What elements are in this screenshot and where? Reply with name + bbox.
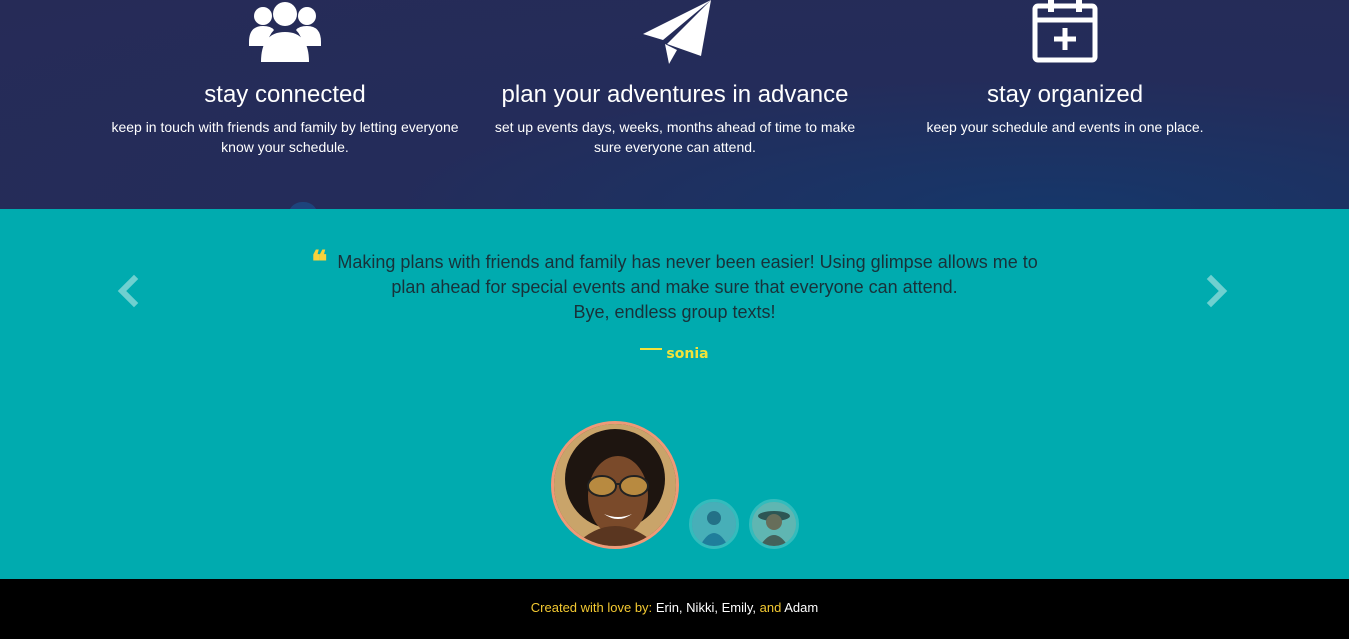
feature-description: keep your schedule and events in one pla…	[926, 119, 1204, 135]
quote-line-1: ❝ Making plans with friends and family ha…	[311, 245, 1038, 280]
footer-name-emily: Emily,	[721, 600, 757, 615]
author-name: sonia	[666, 346, 709, 362]
avatar-thumbnail-3[interactable]	[749, 499, 799, 549]
quote-icon: ❝	[311, 245, 328, 280]
testimonial-quote: ❝ Making plans with friends and family ha…	[300, 245, 1049, 325]
avatar-thumbnail-2[interactable]	[689, 499, 739, 549]
footer: Created with love by: Erin, Nikki, Emily…	[0, 579, 1349, 639]
feature-title: stay connected	[204, 81, 366, 108]
feature-description: keep in touch with friends and family by…	[111, 119, 459, 155]
quote-line-2: plan ahead for special events and make s…	[391, 277, 958, 297]
author-dash	[640, 348, 663, 350]
avatar-active[interactable]	[551, 421, 679, 549]
quote-line-3: Bye, endless group texts!	[573, 302, 776, 322]
users-icon	[245, 0, 325, 69]
feature-title: plan your adventures in advance	[501, 81, 849, 108]
feature-description: set up events days, weeks, months ahead …	[494, 119, 856, 155]
chevron-right-icon[interactable]	[1197, 271, 1237, 311]
features-section: stay connected keep in touch with friend…	[0, 0, 1349, 209]
footer-conjunction: and	[759, 600, 782, 615]
calendar-plus-icon	[1030, 0, 1100, 69]
footer-name-nikki: Nikki,	[686, 600, 718, 615]
footer-credit-prefix: Created with love by:	[530, 600, 653, 615]
testimonial-carousel: ❝ Making plans with friends and family ha…	[0, 209, 1349, 579]
footer-name-adam: Adam	[784, 600, 819, 615]
feature-title: stay organized	[986, 81, 1144, 108]
testimonial-author: sonia	[0, 346, 1349, 362]
paper-plane-icon	[635, 0, 715, 69]
footer-name-erin: Erin,	[655, 600, 683, 615]
chevron-left-icon[interactable]	[108, 271, 148, 311]
